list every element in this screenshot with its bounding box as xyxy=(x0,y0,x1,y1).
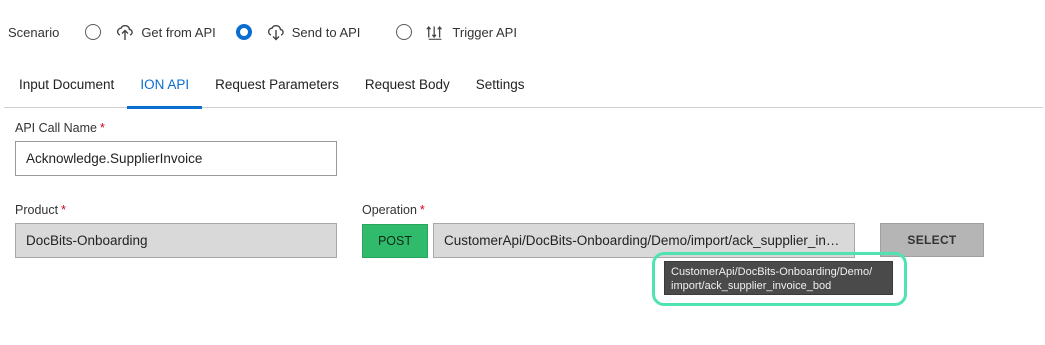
tooltip-line: CustomerApi/DocBits-Onboarding/Demo/ xyxy=(671,266,873,278)
required-mark: * xyxy=(99,121,105,135)
tab-request-body[interactable]: Request Body xyxy=(352,60,463,108)
product-value: DocBits-Onboarding xyxy=(26,233,148,248)
scenario-option-get-from-api[interactable]: Get from API xyxy=(85,22,221,42)
radio-get-from-api[interactable] xyxy=(85,24,102,40)
required-mark: * xyxy=(61,203,66,217)
scenario-option-send-to-api[interactable]: Send to API xyxy=(235,22,367,42)
scenario-option-label: Get from API xyxy=(141,24,216,40)
scenario-option-label: Send to API xyxy=(291,24,361,40)
product-label-text: Product xyxy=(15,203,59,217)
scenario-label: Scenario xyxy=(8,24,60,40)
api-call-name-value: Acknowledge.SupplierInvoice xyxy=(26,151,203,166)
product-field: DocBits-Onboarding xyxy=(15,223,337,258)
operation-value: CustomerApi/DocBits-Onboarding/Demo/impo… xyxy=(444,233,840,248)
scenario-option-trigger-api[interactable]: Trigger API xyxy=(396,22,523,42)
api-call-name-label-text: API Call Name xyxy=(15,121,97,135)
http-method-badge: POST xyxy=(362,224,428,258)
scenario-row: Scenario Get from API Send to API Trigge… xyxy=(8,18,537,46)
tab-request-parameters[interactable]: Request Parameters xyxy=(202,60,352,108)
api-call-name-label: API Call Name * xyxy=(15,121,105,135)
tab-bar: Input Document ION API Request Parameter… xyxy=(4,60,1043,109)
radio-send-to-api[interactable] xyxy=(235,24,252,40)
operation-label: Operation * xyxy=(362,203,425,217)
tab-ion-api[interactable]: ION API xyxy=(127,60,202,109)
operation-label-text: Operation xyxy=(362,203,417,217)
tab-input-document[interactable]: Input Document xyxy=(4,60,127,108)
trigger-arrows-icon xyxy=(426,22,446,42)
radio-trigger-api[interactable] xyxy=(396,24,413,40)
cloud-download-icon xyxy=(115,22,135,42)
required-mark: * xyxy=(419,203,425,217)
tab-settings[interactable]: Settings xyxy=(463,60,538,108)
scenario-option-label: Trigger API xyxy=(452,24,517,40)
cloud-upload-icon xyxy=(266,22,286,42)
api-call-name-input[interactable]: Acknowledge.SupplierInvoice xyxy=(15,141,337,176)
tooltip-line: import/ack_supplier_invoice_bod xyxy=(671,280,832,292)
operation-tooltip: CustomerApi/DocBits-Onboarding/Demo/ imp… xyxy=(664,261,893,295)
product-label: Product * xyxy=(15,203,66,217)
